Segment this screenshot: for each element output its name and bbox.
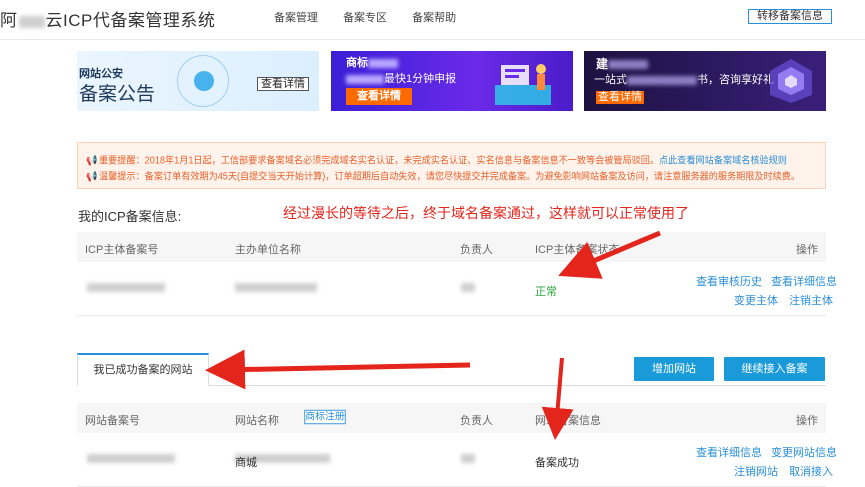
brand-redacted <box>18 15 45 28</box>
banner3-line: 一站式 书，咨询享好礼 <box>594 74 774 86</box>
cancel-site-link[interactable]: 注销网站 <box>734 466 778 478</box>
icp-status-value: 正常 <box>535 286 557 298</box>
domain-rules-link[interactable]: 点此查看网站备案域名核验规则 <box>659 156 787 167</box>
icp-ops-line2: 变更主体 注销主体 <box>734 292 833 308</box>
cancel-entity-link[interactable]: 注销主体 <box>789 295 833 307</box>
col-site-name: 网站名称 <box>235 415 279 427</box>
view-detail-link[interactable]: 查看详细信息 <box>771 276 837 288</box>
annotation-text: 经过漫长的等待之后，终于域名备案通过，这样就可以正常使用了 <box>283 205 689 221</box>
person-illustration-icon <box>495 64 551 105</box>
notice-line-important: 📢 重要提醒：2018年1月1日起，工信部要求备案域名必须完成域名实名认证，未完成… <box>86 155 787 167</box>
col-site-actions: 操作 <box>796 415 818 427</box>
cube-tower-icon <box>770 59 812 103</box>
col-site-record-info: 网站备案信息 <box>535 415 601 427</box>
brand-suffix: 云 <box>45 11 63 30</box>
change-site-info-link[interactable]: 变更网站信息 <box>771 447 837 459</box>
banner-trademark[interactable]: 商标 最快1分钟申报 查看详情 <box>331 51 573 111</box>
banner2-line: 最快1分钟申报 <box>346 70 456 86</box>
sites-table-header: 网站备案号 网站名称 商标注册 负责人 网站备案信息 操作 <box>77 403 826 433</box>
col-icp-status: ICP主体备案状态 <box>535 244 620 256</box>
col-organizer: 主办单位名称 <box>235 244 301 256</box>
notice-box: 📢 重要提醒：2018年1月1日起，工信部要求备案域名必须完成域名实名认证，未完成… <box>77 142 826 189</box>
banner1-title: 备案公告 <box>79 84 156 105</box>
banner3-title: 建 <box>596 55 649 72</box>
megaphone-icon: 📢 <box>86 171 98 183</box>
site-record-status: 备案成功 <box>535 457 579 469</box>
trademark-register-button[interactable]: 商标注册 <box>304 409 346 425</box>
col-actions: 操作 <box>796 244 818 256</box>
site-view-detail-link[interactable]: 查看详细信息 <box>696 447 762 459</box>
site-ops-line2: 注销网站 取消接入 <box>734 463 833 479</box>
tab-recorded-sites[interactable]: 我已成功备案的网站 <box>77 353 209 386</box>
icp-section-title: 我的ICP备案信息: <box>78 209 182 224</box>
col-site-principal: 负责人 <box>460 415 493 427</box>
play-icon <box>194 71 214 91</box>
brand-prefix: 阿 <box>0 11 18 30</box>
top-header: 阿 云ICP代备案管理系统 备案管理 备案专区 备案帮助 转移备案信息 <box>0 0 865 40</box>
add-site-button[interactable]: 增加网站 <box>634 357 714 381</box>
megaphone-icon: 📢 <box>86 155 98 167</box>
site-ops-line1: 查看详细信息 变更网站信息 <box>696 444 837 460</box>
nav-record-zone[interactable]: 备案专区 <box>343 12 387 24</box>
main-nav: 备案管理 备案专区 备案帮助 <box>274 9 478 25</box>
banner-build-site[interactable]: 建 一站式 书，咨询享好礼 查看详情 <box>584 51 826 111</box>
banner-police-notice[interactable]: 网站公安 备案公告 查看详情 <box>77 51 319 111</box>
continue-access-button[interactable]: 继续接入备案 <box>724 357 825 381</box>
banner2-title: 商标 <box>346 54 398 70</box>
change-entity-link[interactable]: 变更主体 <box>734 295 778 307</box>
banner2-detail-button[interactable]: 查看详情 <box>346 88 412 105</box>
nav-record-help[interactable]: 备案帮助 <box>412 12 456 24</box>
remove-access-link[interactable]: 取消接入 <box>789 466 833 478</box>
view-audit-history-link[interactable]: 查看审核历史 <box>696 276 762 288</box>
col-icp-number: ICP主体备案号 <box>85 244 159 256</box>
brand-name: ICP代备案管理系统 <box>63 11 216 30</box>
icp-table-row: 正常 查看审核历史 查看详细信息 变更主体 注销主体 <box>77 262 837 316</box>
col-site-number: 网站备案号 <box>85 415 140 427</box>
icp-table-header: ICP主体备案号 主办单位名称 负责人 ICP主体备案状态 操作 <box>77 232 826 262</box>
transfer-record-button[interactable]: 转移备案信息 <box>748 9 832 24</box>
sites-table-row: 商城 备案成功 查看详细信息 变更网站信息 注销网站 取消接入 <box>77 433 837 487</box>
nav-record-management[interactable]: 备案管理 <box>274 12 318 24</box>
banner3-detail-button[interactable]: 查看详情 <box>596 91 644 104</box>
brand-title[interactable]: 阿 云ICP代备案管理系统 <box>0 6 215 31</box>
icp-ops-line1: 查看审核历史 查看详细信息 <box>696 273 837 289</box>
notice-line-tip: 📢 温馨提示：备案订单有效期为45天(自提交当天开始计算)，订单超期后自动失效，请… <box>86 171 801 183</box>
col-principal: 负责人 <box>460 244 493 256</box>
banner1-detail-button[interactable]: 查看详情 <box>257 77 309 91</box>
